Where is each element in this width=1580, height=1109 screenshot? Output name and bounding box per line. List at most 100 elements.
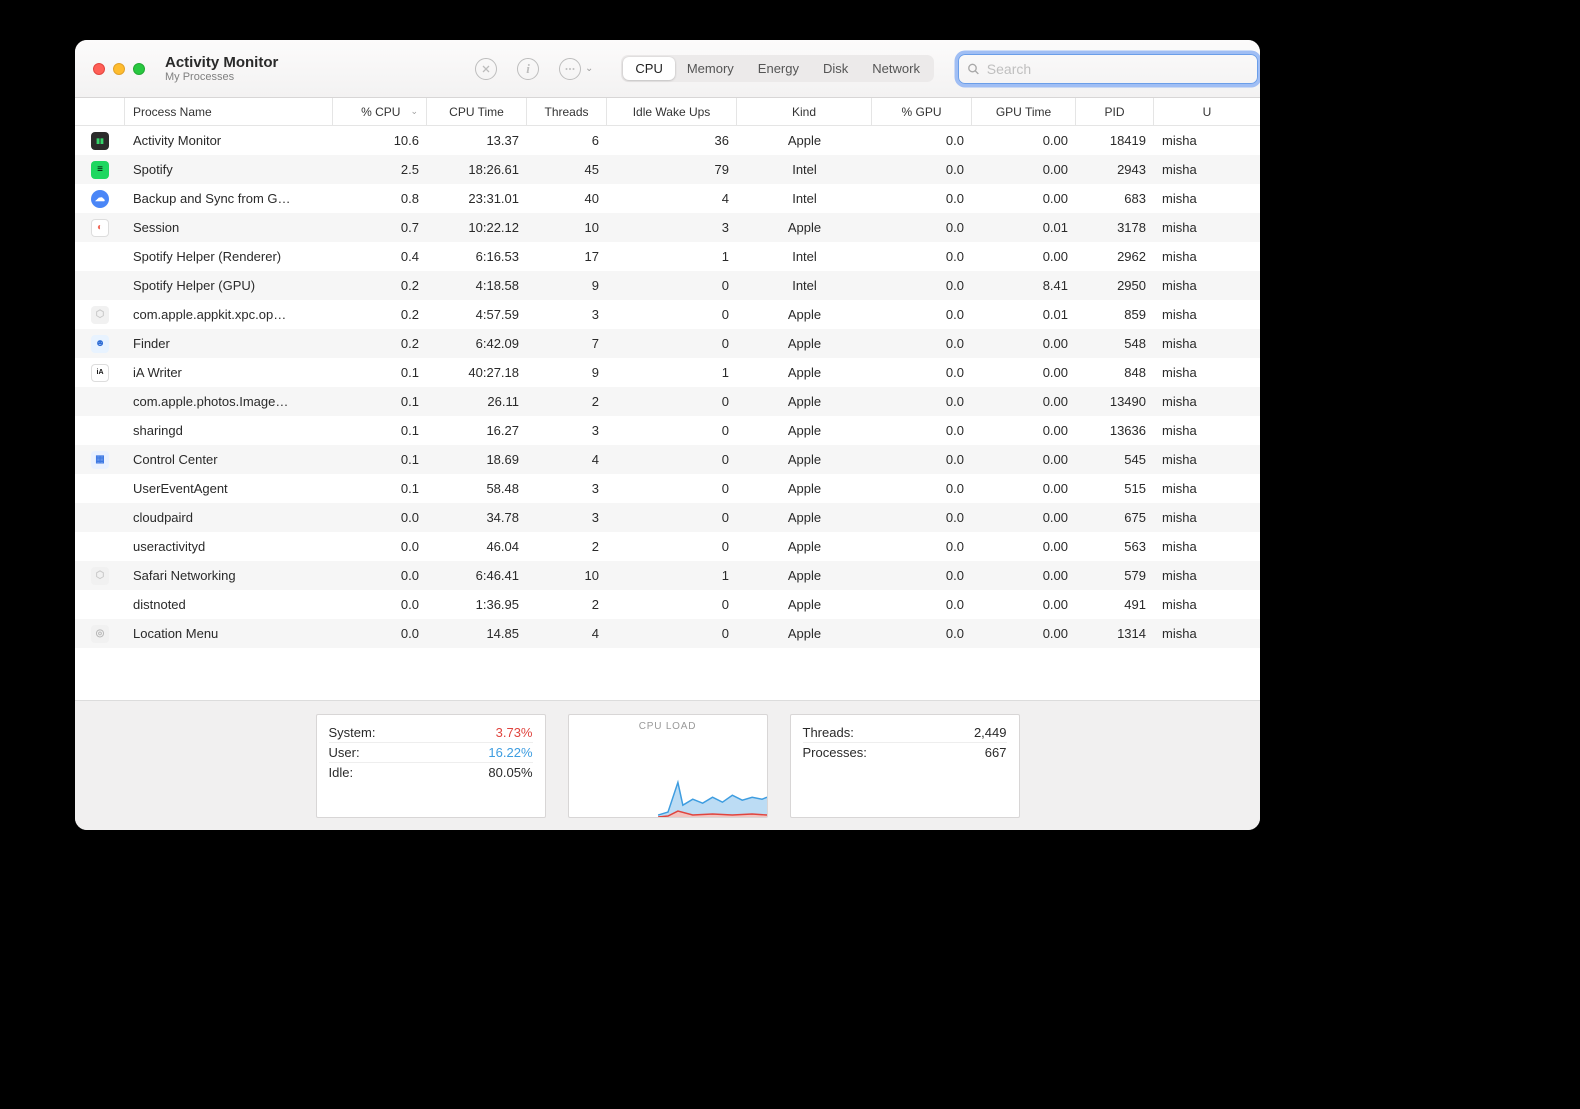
cell-threads: 9: [527, 365, 607, 380]
col-icon[interactable]: [75, 98, 125, 125]
table-row[interactable]: Spotify Helper (GPU)0.24:18.5890Intel0.0…: [75, 271, 1260, 300]
app-icon: ▮▮: [91, 132, 109, 150]
table-row[interactable]: sharingd0.116.2730Apple0.00.0013636misha: [75, 416, 1260, 445]
col-percent-cpu[interactable]: % CPU ⌄: [333, 98, 427, 125]
search-input[interactable]: [987, 61, 1250, 77]
cell-cpu-time: 4:57.59: [427, 307, 527, 322]
cell-percent-gpu: 0.0: [872, 539, 972, 554]
cell-percent-gpu: 0.0: [872, 336, 972, 351]
cell-process-name: Spotify: [125, 162, 333, 177]
toolbar: Activity Monitor My Processes i ⌄ CPU Me…: [75, 40, 1260, 98]
cell-gpu-time: 0.00: [972, 336, 1076, 351]
stat-idle-value: 80.05%: [488, 765, 532, 780]
table-header: Process Name % CPU ⌄ CPU Time Threads Id…: [75, 98, 1260, 126]
table-row[interactable]: ▮▮Activity Monitor10.613.37636Apple0.00.…: [75, 126, 1260, 155]
stop-process-button[interactable]: [475, 58, 497, 80]
cell-user: misha: [1154, 423, 1260, 438]
cell-threads: 45: [527, 162, 607, 177]
cell-cpu-time: 14.85: [427, 626, 527, 641]
cell-wakeups: 0: [607, 307, 737, 322]
cell-gpu-time: 0.00: [972, 423, 1076, 438]
table-row[interactable]: distnoted0.01:36.9520Apple0.00.00491mish…: [75, 590, 1260, 619]
cell-process-name: Activity Monitor: [125, 133, 333, 148]
table-row[interactable]: ⬡Safari Networking0.06:46.41101Apple0.00…: [75, 561, 1260, 590]
col-process-name[interactable]: Process Name: [125, 98, 333, 125]
cell-threads: 3: [527, 307, 607, 322]
counts-panel: Threads: 2,449 Processes: 667: [790, 714, 1020, 818]
cell-cpu-time: 34.78: [427, 510, 527, 525]
cell-user: misha: [1154, 162, 1260, 177]
col-gpu-time[interactable]: GPU Time: [972, 98, 1076, 125]
cell-percent-gpu: 0.0: [872, 510, 972, 525]
cell-percent-gpu: 0.0: [872, 307, 972, 322]
cell-percent-cpu: 0.1: [333, 394, 427, 409]
col-percent-gpu[interactable]: % GPU: [872, 98, 972, 125]
col-pid[interactable]: PID: [1076, 98, 1154, 125]
tab-memory[interactable]: Memory: [675, 57, 746, 80]
cell-user: misha: [1154, 220, 1260, 235]
table-row[interactable]: ⬡com.apple.appkit.xpc.op…0.24:57.5930App…: [75, 300, 1260, 329]
tab-network[interactable]: Network: [860, 57, 932, 80]
table-row[interactable]: com.apple.photos.Image…0.126.1120Apple0.…: [75, 387, 1260, 416]
search-icon: [966, 61, 981, 77]
cell-percent-cpu: 0.0: [333, 597, 427, 612]
cell-threads: 3: [527, 510, 607, 525]
cell-kind: Apple: [737, 133, 872, 148]
search-field[interactable]: [958, 54, 1258, 84]
table-row[interactable]: iAiA Writer0.140:27.1891Apple0.00.00848m…: [75, 358, 1260, 387]
close-window-button[interactable]: [93, 63, 105, 75]
app-icon: ⬡: [91, 306, 109, 324]
cell-threads: 7: [527, 336, 607, 351]
minimize-window-button[interactable]: [113, 63, 125, 75]
cell-pid: 675: [1076, 510, 1154, 525]
col-idle-wakeups[interactable]: Idle Wake Ups: [607, 98, 737, 125]
tab-disk[interactable]: Disk: [811, 57, 860, 80]
col-cpu-time[interactable]: CPU Time: [427, 98, 527, 125]
cell-percent-cpu: 0.2: [333, 336, 427, 351]
cell-process-name: cloudpaird: [125, 510, 333, 525]
cell-user: misha: [1154, 394, 1260, 409]
zoom-window-button[interactable]: [133, 63, 145, 75]
cell-percent-gpu: 0.0: [872, 597, 972, 612]
table-row[interactable]: ◐Session0.710:22.12103Apple0.00.013178mi…: [75, 213, 1260, 242]
stat-user-value: 16.22%: [488, 745, 532, 760]
col-kind[interactable]: Kind: [737, 98, 872, 125]
col-user[interactable]: U: [1154, 98, 1260, 125]
cell-wakeups: 4: [607, 191, 737, 206]
table-row[interactable]: ☻Finder0.26:42.0970Apple0.00.00548misha: [75, 329, 1260, 358]
cell-process-name: Spotify Helper (GPU): [125, 278, 333, 293]
table-row[interactable]: cloudpaird0.034.7830Apple0.00.00675misha: [75, 503, 1260, 532]
table-row[interactable]: ▦Control Center0.118.6940Apple0.00.00545…: [75, 445, 1260, 474]
cell-percent-cpu: 0.0: [333, 568, 427, 583]
cell-process-name: Safari Networking: [125, 568, 333, 583]
info-button[interactable]: i: [517, 58, 539, 80]
cell-gpu-time: 0.00: [972, 365, 1076, 380]
cell-percent-gpu: 0.0: [872, 133, 972, 148]
table-row[interactable]: Spotify Helper (Renderer)0.46:16.53171In…: [75, 242, 1260, 271]
cell-wakeups: 1: [607, 365, 737, 380]
cell-gpu-time: 0.00: [972, 452, 1076, 467]
cell-percent-cpu: 0.7: [333, 220, 427, 235]
tab-cpu[interactable]: CPU: [623, 57, 674, 80]
more-actions-button[interactable]: ⌄: [559, 58, 593, 80]
cell-pid: 3178: [1076, 220, 1154, 235]
table-row[interactable]: ☁Backup and Sync from G…0.823:31.01404In…: [75, 184, 1260, 213]
table-row[interactable]: ≡Spotify2.518:26.614579Intel0.00.002943m…: [75, 155, 1260, 184]
table-row[interactable]: useractivityd0.046.0420Apple0.00.00563mi…: [75, 532, 1260, 561]
cell-cpu-time: 23:31.01: [427, 191, 527, 206]
cell-process-name: com.apple.appkit.xpc.op…: [125, 307, 333, 322]
cell-user: misha: [1154, 510, 1260, 525]
cell-wakeups: 0: [607, 510, 737, 525]
cell-wakeups: 1: [607, 568, 737, 583]
cell-user: misha: [1154, 481, 1260, 496]
cell-pid: 13636: [1076, 423, 1154, 438]
table-row[interactable]: UserEventAgent0.158.4830Apple0.00.00515m…: [75, 474, 1260, 503]
app-icon: iA: [91, 364, 109, 382]
cell-pid: 18419: [1076, 133, 1154, 148]
cell-process-name: iA Writer: [125, 365, 333, 380]
col-threads[interactable]: Threads: [527, 98, 607, 125]
table-row[interactable]: ◎Location Menu0.014.8540Apple0.00.001314…: [75, 619, 1260, 648]
tab-energy[interactable]: Energy: [746, 57, 811, 80]
app-icon: ▦: [91, 451, 109, 469]
cell-cpu-time: 6:42.09: [427, 336, 527, 351]
